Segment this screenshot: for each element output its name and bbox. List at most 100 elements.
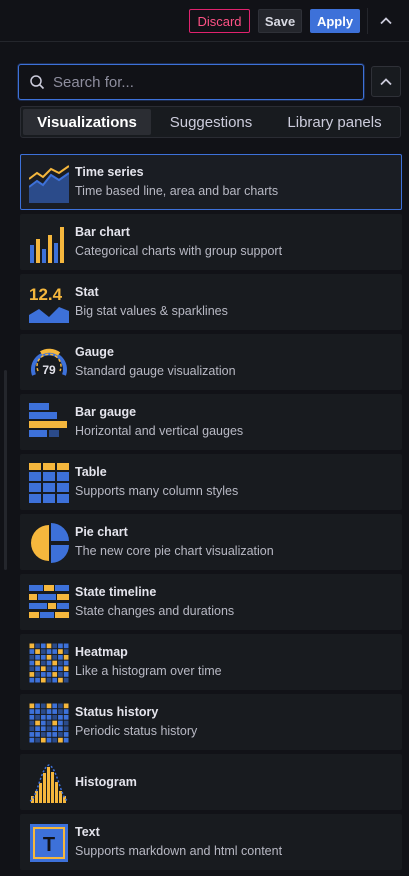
- grid-cell: [40, 714, 46, 720]
- collapse-picker-button[interactable]: [371, 66, 401, 97]
- viz-description: Like a histogram over time: [75, 664, 222, 678]
- chevron-up-icon: [380, 77, 392, 85]
- grid-cell: [52, 714, 58, 720]
- viz-card-stat[interactable]: 12.4 Stat Big stat values & sparklines: [20, 274, 402, 330]
- grid-cell: [35, 720, 40, 726]
- grid-cell: [58, 654, 63, 660]
- grid-cell: [58, 649, 63, 654]
- apply-button[interactable]: Apply: [310, 9, 360, 33]
- grid-cell: [52, 720, 58, 726]
- viz-card-status-history[interactable]: Status history Periodic status history: [20, 694, 402, 750]
- search-box: [18, 64, 364, 100]
- chevron-up-icon: [380, 17, 392, 25]
- grid-cell: [46, 660, 52, 666]
- grid-cell: [29, 737, 35, 743]
- grid-cell: [63, 666, 69, 672]
- grid-cell: [52, 709, 58, 714]
- viz-card-pie-chart[interactable]: Pie chart The new core pie chart visuali…: [20, 514, 402, 570]
- table-icon: [29, 463, 69, 503]
- viz-description: Categorical charts with group support: [75, 244, 283, 258]
- viz-title: Gauge: [75, 345, 114, 359]
- tab-library-panels[interactable]: Library panels: [271, 109, 398, 135]
- viz-description: The new core pie chart visualization: [75, 544, 274, 558]
- grid-cell: [52, 672, 58, 677]
- grid-cell: [29, 654, 35, 660]
- grid-cell: [46, 720, 52, 726]
- grid-cell: [40, 726, 46, 732]
- grid-cell: [63, 714, 69, 720]
- bar-chart-icon: [30, 227, 64, 263]
- grid-cell: [29, 666, 35, 672]
- grid-cell: [46, 677, 52, 683]
- grid-cell: [40, 732, 46, 737]
- grid-cell: [29, 660, 35, 666]
- viz-description: Horizontal and vertical gauges: [75, 424, 244, 438]
- histogram-icon: [29, 764, 69, 803]
- grid-cell: [46, 732, 52, 737]
- grid-cell: [63, 654, 69, 660]
- state-timeline-icon: [29, 585, 69, 618]
- grid-cell: [46, 643, 52, 649]
- viz-card-time-series[interactable]: Time series Time based line, area and ba…: [20, 154, 402, 210]
- tab-visualizations[interactable]: Visualizations: [23, 109, 151, 135]
- search-input[interactable]: [51, 72, 355, 92]
- grid-cell: [35, 649, 40, 654]
- grid-cell: [40, 643, 46, 649]
- grid-cell: [63, 737, 69, 743]
- viz-description: Time based line, area and bar charts: [75, 184, 279, 198]
- discard-button[interactable]: Discard: [189, 9, 250, 33]
- grid-cell: [40, 660, 46, 666]
- grid-cell: [35, 726, 40, 732]
- viz-card-histogram[interactable]: Histogram: [20, 754, 402, 810]
- status-history-icon: [29, 703, 69, 743]
- grid-cell: [63, 643, 69, 649]
- grid-cell: [40, 654, 46, 660]
- grid-cell: [52, 703, 58, 709]
- collapse-options-button[interactable]: [374, 9, 398, 33]
- text-icon-glyph: T: [43, 834, 55, 856]
- grid-cell: [52, 737, 58, 743]
- viz-description: State changes and durations: [75, 604, 235, 618]
- grid-cell: [52, 660, 58, 666]
- tab-suggestions[interactable]: Suggestions: [151, 109, 271, 135]
- viz-card-text[interactable]: T Text Supports markdown and html conten…: [20, 814, 402, 870]
- viz-card-bar-gauge[interactable]: Bar gauge Horizontal and vertical gauges: [20, 394, 402, 450]
- viz-card-heatmap[interactable]: Heatmap Like a histogram over time: [20, 634, 402, 690]
- heatmap-icon: [29, 643, 69, 683]
- grid-cell: [35, 732, 40, 737]
- grid-cell: [29, 709, 35, 714]
- viz-title: Status history: [75, 705, 159, 719]
- scrollbar[interactable]: [4, 370, 7, 570]
- grid-cell: [29, 703, 35, 709]
- grid-cell: [29, 677, 35, 683]
- save-button[interactable]: Save: [258, 9, 302, 33]
- grid-cell: [35, 654, 40, 660]
- viz-description: Big stat values & sparklines: [75, 304, 228, 318]
- grid-cell: [46, 672, 52, 677]
- viz-card-state-timeline[interactable]: State timeline State changes and duratio…: [20, 574, 402, 630]
- viz-title: State timeline: [75, 585, 157, 599]
- viz-description: Supports many column styles: [75, 484, 239, 498]
- grid-cell: [46, 666, 52, 672]
- pie-chart-icon: [31, 523, 69, 563]
- grid-cell: [35, 709, 40, 714]
- grid-cell: [46, 709, 52, 714]
- grid-cell: [52, 654, 58, 660]
- grid-cell: [46, 654, 52, 660]
- grid-cell: [58, 709, 63, 714]
- grid-cell: [40, 649, 46, 654]
- panel-editor-toolbar: Discard Save Apply: [0, 0, 409, 42]
- gauge-icon-value: 79: [42, 363, 56, 377]
- grid-cell: [63, 649, 69, 654]
- grid-cell: [63, 677, 69, 683]
- grid-cell: [58, 737, 63, 743]
- viz-card-gauge[interactable]: 79 Gauge Standard gauge visualization: [20, 334, 402, 390]
- viz-title: Text: [75, 825, 100, 839]
- grid-cell: [63, 720, 69, 726]
- viz-description: Standard gauge visualization: [75, 364, 236, 378]
- grid-cell: [29, 714, 35, 720]
- viz-card-table[interactable]: Table Supports many column styles: [20, 454, 402, 510]
- grid-cell: [52, 732, 58, 737]
- viz-card-bar-chart[interactable]: Bar chart Categorical charts with group …: [20, 214, 402, 270]
- grid-cell: [46, 726, 52, 732]
